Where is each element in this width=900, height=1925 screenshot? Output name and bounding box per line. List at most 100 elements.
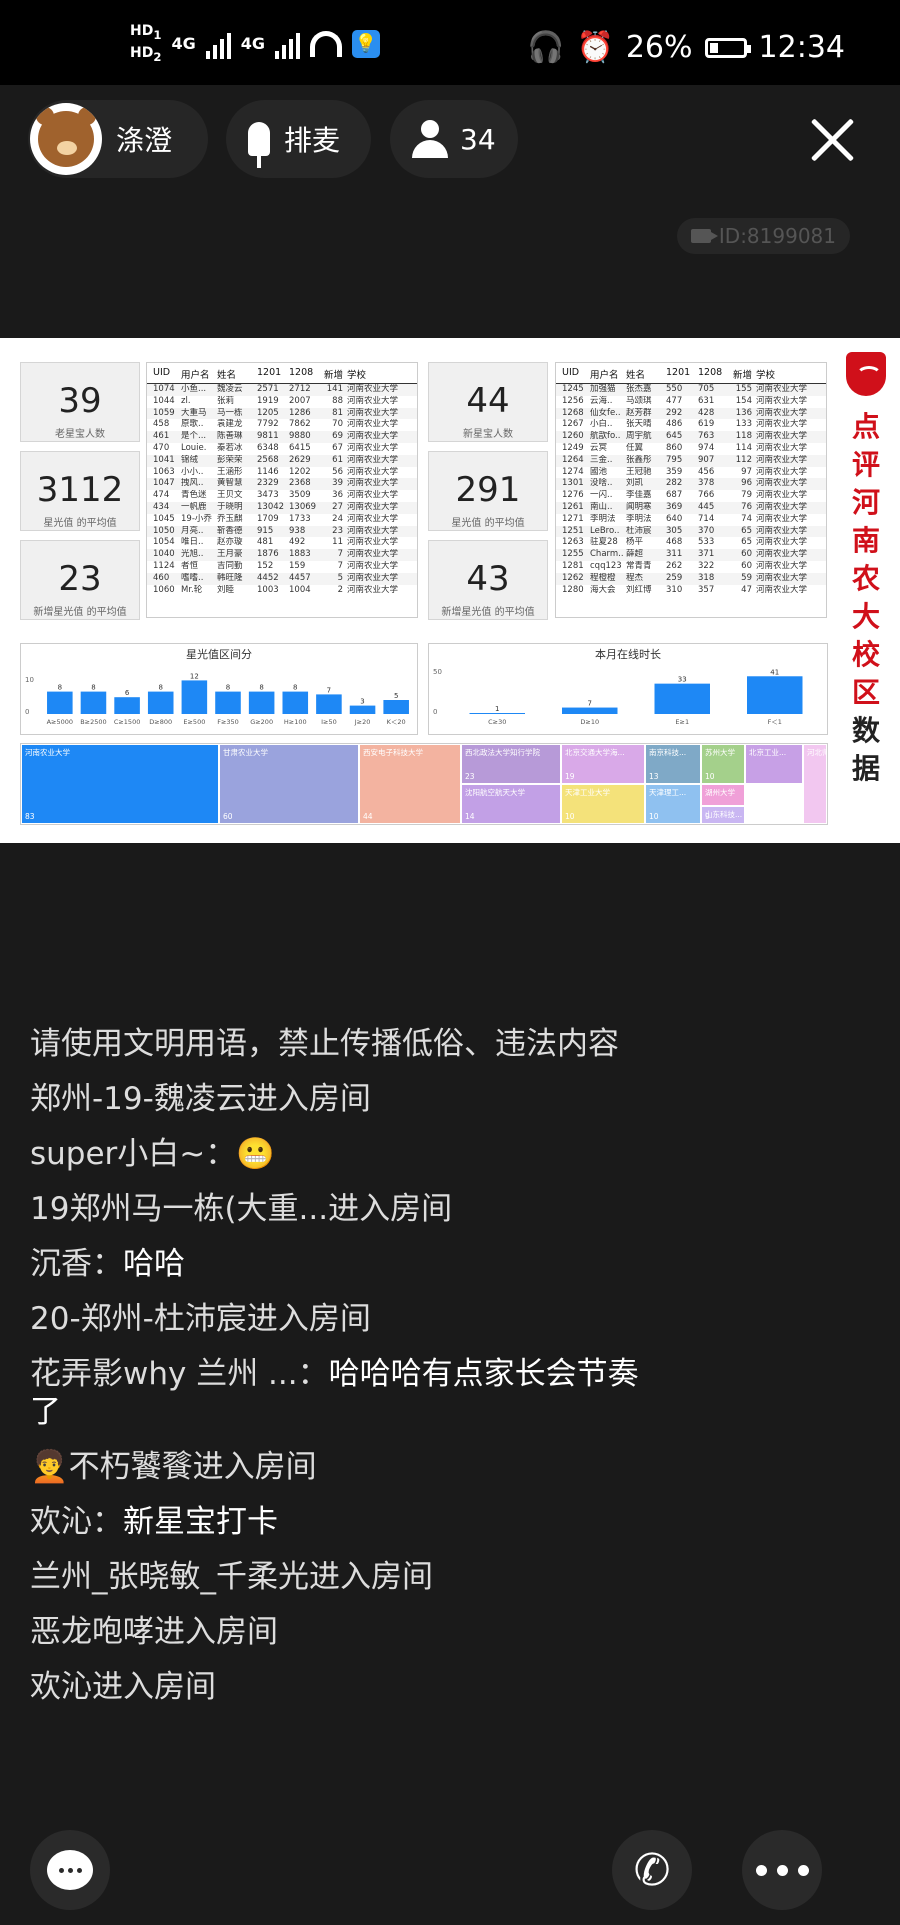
table-row[interactable]: 1060 Mr.轮 刘睦 1003 1004 2 河南农业大学 (147, 585, 417, 597)
column-header[interactable]: 用户名 (590, 367, 626, 381)
table-cell: 河南农业大学 (347, 431, 399, 442)
host-chip[interactable]: 涤澄 (28, 100, 208, 178)
table-cell: 1261 (562, 501, 584, 512)
table-cell: 者恒 (181, 560, 199, 571)
table-header: UID 用户名 姓名 1201 1208 新增 学校 (556, 363, 826, 384)
table-row[interactable]: 1050 月亮.. 靳香德 915 938 23 河南农业大学 (147, 525, 417, 538)
table-row[interactable]: 1301 没啥.. 刘凯 282 378 96 河南农业大学 (556, 478, 826, 491)
table-row[interactable]: 1280 海大会 刘红博 310 357 47 河南农业大学 (556, 585, 826, 597)
chat-message[interactable]: 请使用文明用语，禁止传播低俗、违法内容 (30, 1025, 650, 1063)
chat-message[interactable]: 恶龙咆哮进入房间 (30, 1613, 650, 1651)
chat-message[interactable]: 花弄影why 兰州 ...：哈哈哈有点家长会节奏了 (30, 1355, 650, 1431)
chat-username[interactable]: 欢沁： (30, 1504, 123, 1540)
table-cell: 没啥.. (590, 478, 613, 489)
table-row[interactable]: 1063 小小.. 王涵形 1146 1202 56 河南农业大学 (147, 467, 417, 479)
table-row[interactable]: 474 青色迷 王贝文 3473 3509 36 河南农业大学 (147, 490, 417, 502)
table-row[interactable]: 1264 三金.. 张鑫彤 795 907 112 河南农业大学 (556, 454, 826, 467)
chat-message[interactable]: 沉香：哈哈 (30, 1245, 650, 1283)
table-row[interactable]: 1256 云海.. 马颂琪 477 631 154 河南农业大学 (556, 396, 826, 408)
column-header[interactable]: 用户名 (181, 367, 217, 381)
treemap-label: 北京交通大学海... (565, 748, 625, 757)
table-row[interactable]: 458 原歌.. 袁建龙 7792 7862 70 河南农业大学 (147, 419, 417, 431)
column-header[interactable]: 1208 (289, 367, 321, 381)
table-cell: 6415 (289, 442, 311, 453)
table-cell: 9880 (289, 431, 311, 442)
table-cell: 458 (153, 419, 170, 430)
table-row[interactable]: 460 嗜嗜.. 韩旺隆 4452 4457 5 河南农业大学 (147, 572, 417, 585)
chat-message[interactable]: super小白~：😬 (30, 1135, 650, 1173)
table-row[interactable]: 1251 LeBro.. 杜沛宸 305 370 65 河南农业大学 (556, 525, 826, 538)
column-header[interactable]: 学校 (756, 367, 826, 381)
table-cell: 杜沛宸 (626, 525, 652, 536)
table-cell: 36 (332, 490, 343, 501)
table-row[interactable]: 1045 19-小乔 乔玉麒 1709 1733 24 河南农业大学 (147, 514, 417, 526)
chat-message[interactable]: 欢沁：新星宝打卡 (30, 1503, 650, 1541)
x-tick-label: D≥800 (149, 718, 172, 726)
table-row[interactable]: 434 一帆鹿 于晓明 13042 13069 27 河南农业大学 (147, 501, 417, 514)
table-row[interactable]: 1047 拽风.. 黄智慧 2329 2368 39 河南农业大学 (147, 478, 417, 491)
column-header[interactable]: 新增 (321, 367, 347, 381)
chat-message[interactable]: 🧑‍🦱不朽饕餮进入房间 (30, 1448, 650, 1486)
table-row[interactable]: 1074 小鱼... 魏凌云 2571 2712 141 河南农业大学 (147, 384, 417, 396)
column-header[interactable]: 1208 (698, 367, 730, 381)
user-table-right[interactable]: UID 用户名 姓名 1201 1208 新增 学校 1245 加强猫 张杰嘉 550 705 155 河… (555, 362, 827, 618)
table-row[interactable]: 1260 航歆fo.. 周宇航 645 763 118 河南农业大学 (556, 431, 826, 443)
column-header[interactable]: 1201 (666, 367, 698, 381)
viewers-button[interactable]: 34 (390, 100, 518, 178)
more-button[interactable] (742, 1830, 822, 1910)
mic-queue-button[interactable]: 排麦 (226, 100, 371, 178)
table-cell: 2 (337, 584, 343, 595)
chat-message[interactable]: 兰州_张晓敏_千柔光进入房间 (30, 1558, 650, 1596)
x-tick-label: C≥30 (488, 718, 506, 726)
table-cell: 155 (735, 384, 752, 394)
table-row[interactable]: 470 Louie. 秦若冰 6348 6415 67 河南农业大学 (147, 443, 417, 455)
table-row[interactable]: 1268 仙女fe.. 赵芳群 292 428 136 河南农业大学 (556, 407, 826, 420)
table-cell: 763 (698, 431, 715, 442)
table-row[interactable]: 1124 者恒 吉同勤 152 159 7 河南农业大学 (147, 561, 417, 573)
chat-message[interactable]: 20-郑州-杜沛宸进入房间 (30, 1300, 650, 1338)
table-cell: 云冥 (590, 442, 608, 453)
table-cell: cqq123 (590, 560, 622, 571)
chat-username[interactable]: 花弄影why 兰州 ...： (30, 1356, 329, 1392)
column-header[interactable]: 1201 (257, 367, 289, 381)
table-row[interactable]: 1255 Charm.. 薛超 311 371 60 河南农业大学 (556, 549, 826, 561)
chat-username[interactable]: super小白~： (30, 1136, 236, 1172)
table-cell: 1919 (257, 395, 279, 406)
table-cell: 70 (332, 419, 343, 430)
table-row[interactable]: 1044 zl. 张莉 1919 2007 88 河南农业大学 (147, 396, 417, 408)
table-row[interactable]: 1281 cqq123 常青青 262 322 60 河南农业大学 (556, 561, 826, 573)
call-button[interactable]: ✆ (612, 1830, 692, 1910)
table-row[interactable]: 1262 程橙橙 程杰 259 318 59 河南农业大学 (556, 572, 826, 585)
table-row[interactable]: 1041 锦绒 彭荣荣 2568 2629 61 河南农业大学 (147, 454, 417, 467)
column-header[interactable]: 学校 (347, 367, 417, 381)
column-header[interactable]: 新增 (730, 367, 756, 381)
chat-button[interactable] (30, 1830, 110, 1910)
table-row[interactable]: 1249 云冥 任翼 860 974 114 河南农业大学 (556, 443, 826, 455)
table-row[interactable]: 1274 國池 王冠驰 359 456 97 河南农业大学 (556, 467, 826, 479)
close-icon[interactable] (802, 110, 862, 170)
table-row[interactable]: 1054 唯日.. 赵亦璇 481 492 11 河南农业大学 (147, 537, 417, 549)
bar (181, 680, 208, 714)
column-header[interactable]: UID (153, 367, 181, 381)
column-header[interactable]: 姓名 (626, 367, 666, 381)
chat-message[interactable]: 欢沁进入房间 (30, 1668, 650, 1706)
table-row[interactable]: 1267 小白.. 张天晴 486 619 133 河南农业大学 (556, 419, 826, 431)
chat-message[interactable]: 郑州-19-魏凌云进入房间 (30, 1080, 650, 1118)
table-row[interactable]: 1245 加强猫 张杰嘉 550 705 155 河南农业大学 (556, 384, 826, 396)
table-row[interactable]: 1040 光旭.. 王月豪 1876 1883 7 河南农业大学 (147, 549, 417, 561)
table-cell: 陈善琳 (217, 431, 243, 442)
table-row[interactable]: 1271 李明法 李明法 640 714 74 河南农业大学 (556, 514, 826, 526)
user-table-left[interactable]: UID 用户名 姓名 1201 1208 新增 学校 1074 小鱼... 魏凌云 2571 2712… (146, 362, 418, 618)
table-row[interactable]: 1059 大重马 马一栋 1205 1286 81 河南农业大学 (147, 407, 417, 420)
table-row[interactable]: 1276 一闪.. 李佳嘉 687 766 79 河南农业大学 (556, 490, 826, 502)
column-header[interactable]: UID (562, 367, 590, 381)
table-cell: 114 (735, 442, 752, 453)
avatar[interactable] (30, 103, 102, 175)
column-header[interactable]: 姓名 (217, 367, 257, 381)
chat-username[interactable]: 沉香： (30, 1246, 123, 1282)
table-row[interactable]: 1261 南山.. 闻明寒 369 445 76 河南农业大学 (556, 501, 826, 514)
table-row[interactable]: 461 是个... 陈善琳 9811 9880 69 河南农业大学 (147, 431, 417, 443)
table-row[interactable]: 1263 驻夏28 杨平 468 533 65 河南农业大学 (556, 537, 826, 549)
table-cell: 13042 (257, 501, 285, 512)
chat-message[interactable]: 19郑州马一栋(大重...进入房间 (30, 1190, 650, 1228)
